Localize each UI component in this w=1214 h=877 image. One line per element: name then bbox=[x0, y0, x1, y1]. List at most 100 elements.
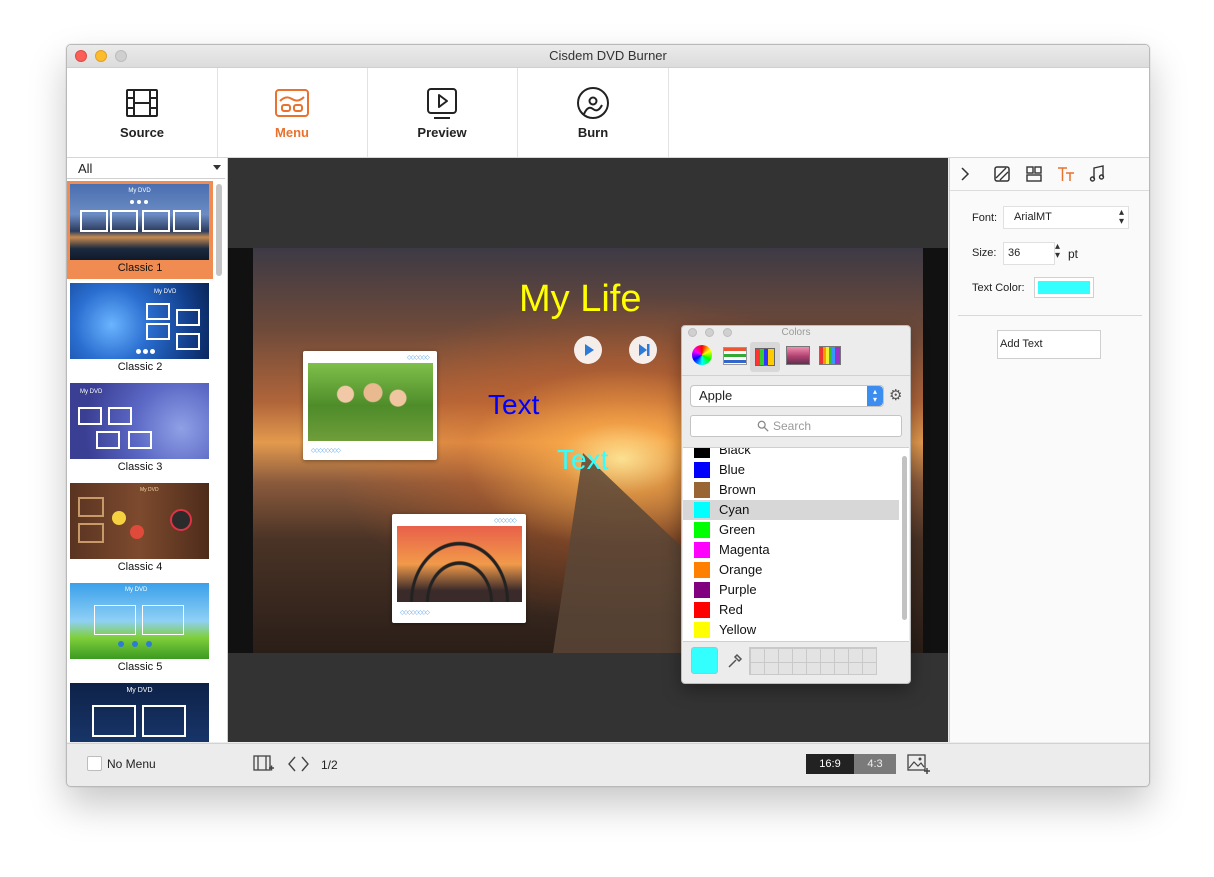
tab-menu[interactable]: Menu bbox=[217, 68, 368, 157]
aspect-4-3-button[interactable]: 4:3 bbox=[854, 754, 896, 774]
color-name: Brown bbox=[719, 482, 756, 497]
add-text-label: Add Text bbox=[1000, 338, 1043, 350]
color-name: Magenta bbox=[719, 542, 770, 557]
color-list-item[interactable]: Magenta bbox=[683, 540, 899, 560]
thumb-buttons bbox=[118, 641, 158, 647]
aspect-16-9-button[interactable]: 16:9 bbox=[806, 754, 854, 774]
search-icon bbox=[757, 420, 769, 432]
next-chapter-button[interactable] bbox=[629, 336, 657, 364]
color-name: Red bbox=[719, 602, 743, 617]
thumb-frame bbox=[176, 333, 200, 350]
color-list-item[interactable]: Green bbox=[683, 520, 899, 540]
current-color-well[interactable] bbox=[691, 647, 718, 674]
skip-next-icon bbox=[639, 344, 650, 356]
text-tab-icon[interactable] bbox=[1056, 165, 1076, 183]
tab-source[interactable]: Source bbox=[67, 68, 218, 157]
thumb-frame bbox=[176, 309, 200, 326]
image-palettes-mode[interactable] bbox=[786, 346, 810, 365]
panel-divider bbox=[682, 375, 910, 376]
music-tab-icon[interactable] bbox=[1088, 165, 1106, 183]
template-thumb-title: My DVD bbox=[128, 188, 151, 194]
palette-select-value: Apple bbox=[699, 388, 733, 403]
add-chapter-icon[interactable] bbox=[253, 754, 275, 774]
close-window-button[interactable] bbox=[75, 50, 87, 62]
colors-titlebar: Colors bbox=[682, 326, 910, 340]
text-color-well[interactable] bbox=[1034, 277, 1094, 298]
thumb-frame bbox=[78, 523, 104, 543]
chevron-down-icon bbox=[213, 165, 221, 170]
template-thumbnail: My DVD bbox=[70, 184, 209, 260]
color-list-item[interactable]: Yellow bbox=[683, 620, 899, 640]
template-scrollbar[interactable] bbox=[216, 184, 222, 276]
color-list-item[interactable]: Red bbox=[683, 600, 899, 620]
updown-icon: ▴ ▾ bbox=[1118, 207, 1124, 227]
color-search-placeholder: Search bbox=[773, 419, 812, 433]
thumb-frame bbox=[96, 431, 120, 449]
thumb-frame bbox=[142, 210, 170, 232]
add-image-icon[interactable] bbox=[907, 753, 931, 775]
template-item[interactable]: My DVD Classic 3 bbox=[67, 380, 213, 478]
no-menu-checkbox[interactable] bbox=[87, 756, 102, 771]
text-color-swatch bbox=[1038, 281, 1090, 294]
thumb-buttons bbox=[130, 200, 148, 205]
aspect-4-3-label: 4:3 bbox=[867, 758, 883, 770]
title-bar: Cisdem DVD Burner bbox=[67, 45, 1149, 68]
color-list-item[interactable]: Purple bbox=[683, 580, 899, 600]
chapter-dots: ◇◇◇◇◇◇ bbox=[494, 518, 517, 524]
template-thumb-title: My DVD bbox=[126, 687, 153, 694]
tab-burn[interactable]: Burn bbox=[518, 68, 669, 157]
chapter-dots: ◇◇◇◇◇◇◇◇ bbox=[400, 610, 430, 616]
color-wheel-mode[interactable] bbox=[692, 345, 712, 365]
template-item[interactable]: My DVD bbox=[67, 680, 213, 742]
menu-text-cyan[interactable]: Text bbox=[557, 444, 608, 476]
color-list-item[interactable]: Orange bbox=[683, 560, 899, 580]
zoom-window-button[interactable] bbox=[115, 50, 127, 62]
thumb-frame bbox=[146, 323, 170, 340]
add-text-button[interactable]: Add Text bbox=[997, 330, 1101, 359]
minimize-window-button[interactable] bbox=[95, 50, 107, 62]
thumb-frame bbox=[78, 407, 102, 425]
inspector-divider bbox=[958, 315, 1142, 316]
updown-icon: ▴ ▾ bbox=[867, 386, 883, 406]
template-item[interactable]: My DVD Classic 5 bbox=[67, 580, 213, 678]
menu-text-blue[interactable]: Text bbox=[488, 389, 539, 421]
crayons-mode[interactable] bbox=[819, 346, 841, 365]
color-list-item[interactable]: Blue bbox=[683, 460, 899, 480]
font-select[interactable]: ArialMT ▴ ▾ bbox=[1003, 206, 1129, 229]
aspect-16-9-label: 16:9 bbox=[819, 758, 841, 770]
eyedropper-icon[interactable] bbox=[727, 653, 743, 669]
template-filter-select[interactable]: All bbox=[67, 158, 225, 179]
size-field[interactable]: 36 bbox=[1003, 242, 1055, 265]
chapter-dots: ◇◇◇◇◇◇ bbox=[407, 355, 430, 361]
thumb-frame bbox=[78, 497, 104, 517]
palette-select[interactable]: Apple ▴ ▾ bbox=[690, 385, 884, 407]
color-list-item[interactable]: Brown bbox=[683, 480, 899, 500]
color-list-item[interactable]: Cyan bbox=[683, 500, 899, 520]
thumb-frame bbox=[146, 303, 170, 320]
background-tab-icon[interactable] bbox=[993, 165, 1011, 183]
gear-icon[interactable]: ⚙ bbox=[889, 386, 902, 404]
custom-swatches[interactable] bbox=[749, 647, 877, 675]
thumb-frame bbox=[92, 705, 136, 737]
color-list-item[interactable]: Black bbox=[683, 448, 899, 460]
color-list-scrollbar[interactable] bbox=[902, 456, 907, 620]
color-name: Orange bbox=[719, 562, 763, 577]
chapter-frame-2[interactable]: ◇◇◇◇◇◇ ◇◇◇◇◇◇◇◇ bbox=[392, 514, 526, 623]
chevron-right-icon[interactable] bbox=[958, 165, 972, 183]
layout-tab-icon[interactable] bbox=[1025, 165, 1043, 183]
template-item[interactable]: My DVD Classic 1 bbox=[67, 181, 213, 279]
tab-preview[interactable]: Preview bbox=[367, 68, 518, 157]
menu-title-text[interactable]: My Life bbox=[519, 278, 641, 321]
size-stepper[interactable]: ▴ ▾ bbox=[1055, 242, 1060, 261]
template-item[interactable]: My DVD Classic 4 bbox=[67, 480, 213, 578]
color-palettes-mode[interactable] bbox=[750, 342, 780, 372]
chapter-frame-1[interactable]: ◇◇◇◇◇◇ ◇◇◇◇◇◇◇◇ bbox=[303, 351, 437, 460]
thumb-frame bbox=[128, 431, 152, 449]
play-all-button[interactable] bbox=[574, 336, 602, 364]
template-item[interactable]: My DVD Classic 2 bbox=[67, 280, 213, 378]
color-swatch bbox=[694, 462, 710, 478]
prev-page-icon[interactable] bbox=[287, 755, 297, 773]
color-search-input[interactable]: Search bbox=[690, 415, 902, 437]
color-sliders-mode[interactable] bbox=[723, 347, 747, 365]
next-page-icon[interactable] bbox=[300, 755, 310, 773]
